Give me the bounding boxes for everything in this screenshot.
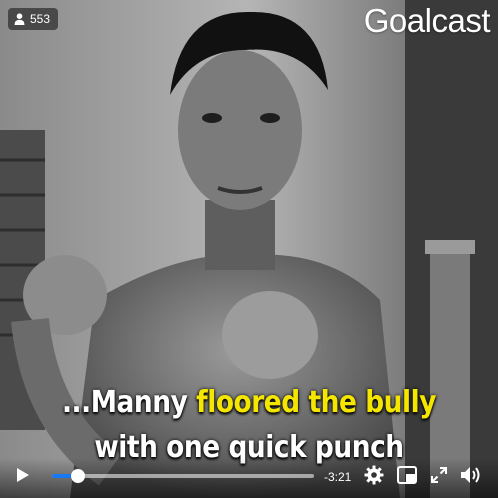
- play-button[interactable]: [12, 466, 34, 488]
- brand-logo: Goalcast: [363, 2, 491, 39]
- caption-text-white: ...Manny: [61, 385, 197, 420]
- picture-in-picture-icon: [397, 466, 417, 488]
- settings-button[interactable]: [363, 465, 385, 489]
- play-icon: [16, 467, 30, 487]
- caption-line-1: ...Manny floored the bully: [30, 385, 468, 420]
- fullscreen-button[interactable]: [428, 466, 450, 488]
- gear-icon: [364, 465, 384, 489]
- viewer-count-badge: 553: [8, 8, 59, 30]
- person-icon: [14, 13, 25, 25]
- seek-handle[interactable]: [71, 469, 86, 483]
- video-controls-bar: -3:21: [0, 458, 498, 498]
- video-frame: [0, 0, 498, 498]
- caption-text-highlight: floored the bully: [196, 385, 437, 420]
- expand-icon: [431, 467, 447, 487]
- speaker-icon: [460, 466, 482, 488]
- video-player[interactable]: 553 Goalcast ...Manny floored the bully …: [0, 0, 498, 498]
- volume-button[interactable]: [460, 466, 482, 488]
- seek-bar[interactable]: [52, 469, 314, 483]
- time-remaining: -3:21: [324, 470, 352, 484]
- viewer-count: 553: [30, 12, 51, 26]
- picture-in-picture-button[interactable]: [396, 466, 418, 488]
